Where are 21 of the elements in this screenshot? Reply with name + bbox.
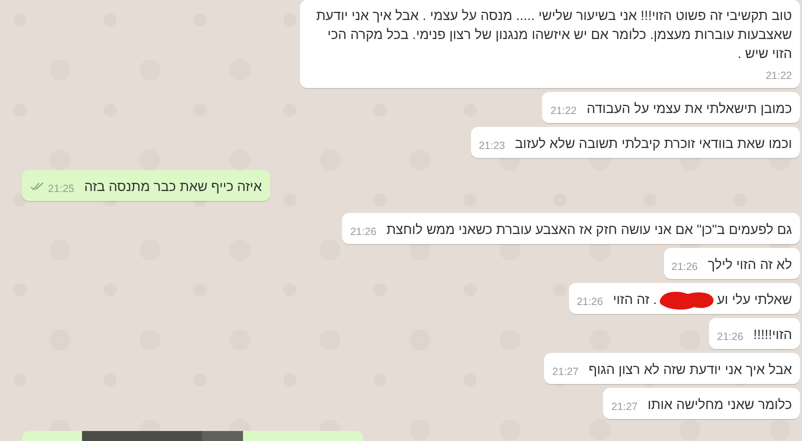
message-time: 21:26	[717, 330, 744, 344]
message-time: 21:27	[611, 400, 638, 414]
message-text: איזה כייף שאת כבר מתנסה בזה	[84, 179, 262, 194]
message-time: 21:26	[576, 295, 603, 309]
message-time: 21:26	[350, 225, 376, 239]
message-time: 21:22	[550, 104, 577, 118]
message-text: כלומר שאני מחלישה אותו	[648, 397, 792, 412]
message-text: אבל איך אני יודעת שזה לא רצון הגוף	[588, 362, 792, 377]
message-text: גם לפעמים ב"כן" אם אני עושה חזק אז האצבע עוברת כשאני ממש לוחצת	[386, 222, 792, 237]
message-text: לא זה הזוי לילך	[708, 257, 792, 272]
message-time: 21:22	[766, 69, 792, 83]
message-time: 21:25	[48, 182, 74, 196]
message-text: וכמו שאת בוודאי זוכרת קיבלתי תשובה שלא לעזוב	[514, 136, 792, 151]
message-text: הזוי!!!!!	[753, 327, 792, 342]
message-text: טוב תקשיבי זה פשוט הזוי!!! אני בשיעור שלישי ..... מנסה על עצמי . אבל איך אני יודעת שאצבעות עוברות מעצמן. כלומר אם יש איזשהו מנגנון של רצון פנימי. בכל מקרה הכי הזוי שיש .	[316, 8, 792, 61]
message-time: 21:26	[672, 260, 698, 274]
message-text: . זה הזוי	[612, 292, 657, 307]
message-text: שאלתי עלי וע	[716, 292, 792, 307]
message-text: כמובן תישאלתי את עצמי על העבודה	[586, 101, 792, 116]
message-time: 21:23	[478, 139, 505, 153]
message-time: 21:27	[552, 365, 579, 379]
